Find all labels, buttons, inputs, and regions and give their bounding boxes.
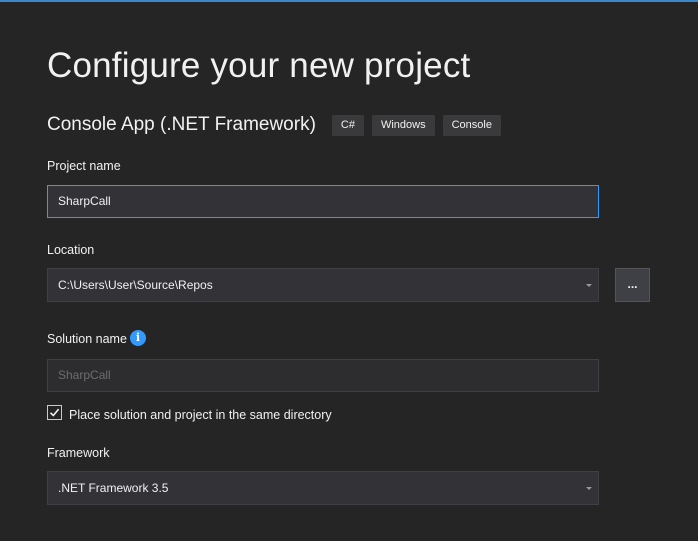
page-title: Configure your new project <box>47 46 471 85</box>
chevron-down-icon[interactable] <box>586 487 592 490</box>
template-summary: Console App (.NET Framework) C# Windows … <box>47 113 509 137</box>
location-value: C:\Users\User\Source\Repos <box>58 278 213 292</box>
solution-name-input: SharpCall <box>47 359 599 392</box>
framework-value: .NET Framework 3.5 <box>58 481 169 495</box>
info-icon[interactable]: i <box>130 330 146 346</box>
template-name: Console App (.NET Framework) <box>47 114 316 135</box>
tag-project-type: Console <box>442 114 501 136</box>
solution-name-label: Solution name <box>47 332 127 346</box>
location-combo[interactable]: C:\Users\User\Source\Repos <box>47 268 599 302</box>
checkmark-icon <box>49 408 60 417</box>
same-directory-label[interactable]: Place solution and project in the same d… <box>69 408 332 422</box>
tag-language: C# <box>331 114 364 136</box>
framework-combo[interactable]: .NET Framework 3.5 <box>47 471 599 505</box>
project-name-label: Project name <box>47 159 121 173</box>
tag-platform: Windows <box>371 114 435 136</box>
chevron-down-icon[interactable] <box>586 284 592 287</box>
same-directory-checkbox[interactable] <box>47 405 62 420</box>
location-label: Location <box>47 243 95 257</box>
project-name-input[interactable]: SharpCall <box>47 185 599 218</box>
configure-project-window: Configure your new project Console App (… <box>0 0 698 541</box>
browse-location-button[interactable]: ... <box>615 268 650 302</box>
framework-label: Framework <box>47 446 110 460</box>
